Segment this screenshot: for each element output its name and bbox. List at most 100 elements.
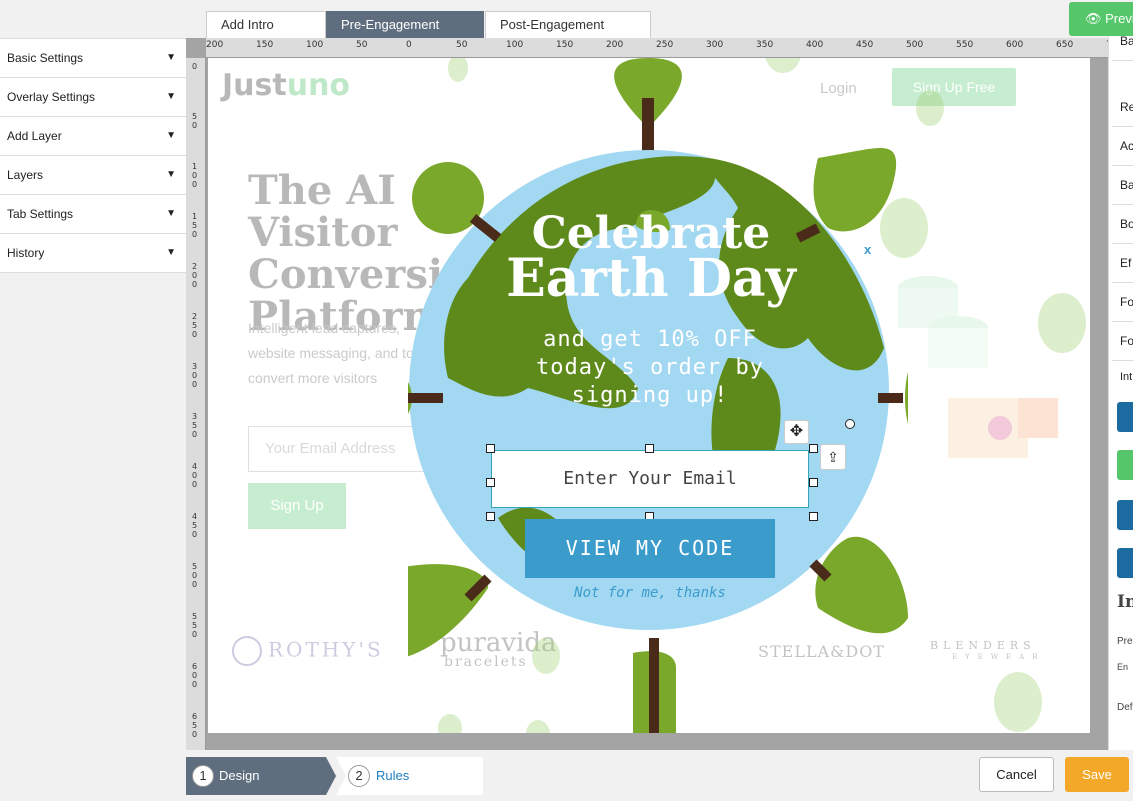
earth-day-popup: Celebrate Earth Day and get 10% OFF toda… bbox=[408, 58, 908, 733]
ruler-tick-label: 350 bbox=[756, 40, 774, 50]
ruler-top: 200 150 100 50 0 50 100 150 200 250 300 350 400 450 50… bbox=[206, 38, 1108, 58]
ruler-tick-label: 200 bbox=[606, 40, 624, 50]
accordion-label: Add Layer bbox=[7, 129, 62, 143]
share-icon[interactable]: ⇪ bbox=[820, 444, 846, 470]
ruler-tick-label: 600 bbox=[1006, 40, 1024, 50]
ruler-tick-label: 650 bbox=[192, 712, 198, 739]
move-icon[interactable]: ✥ bbox=[784, 420, 809, 444]
properties-panel: BaReAcBaBoEfFoFoIntInPreEnDef bbox=[1108, 36, 1133, 750]
bottom-bar bbox=[0, 750, 1133, 801]
caret-down-icon: ▼ bbox=[166, 247, 176, 258]
ruler-tick-label: 500 bbox=[192, 562, 198, 589]
accordion-overlay-settings[interactable]: Overlay Settings ▼ bbox=[0, 78, 186, 117]
eye-icon: 👁 bbox=[1085, 11, 1106, 26]
step-design-label: Design bbox=[219, 768, 260, 783]
resize-handle-nw[interactable] bbox=[486, 444, 495, 453]
accordion-label: Overlay Settings bbox=[7, 90, 96, 104]
ruler-tick-label: 400 bbox=[806, 40, 824, 50]
settings-sidebar: Basic Settings ▼ Overlay Settings ▼ Add Laye… bbox=[0, 38, 186, 273]
ruler-tick-label: 450 bbox=[192, 512, 198, 539]
ruler-tick-label: 100 bbox=[192, 162, 198, 189]
accordion-label: Basic Settings bbox=[7, 51, 84, 65]
ruler-tick-label: 250 bbox=[656, 40, 674, 50]
step-rules-label: Rules bbox=[376, 768, 410, 783]
popup-email-input[interactable]: Enter Your Email bbox=[491, 450, 809, 508]
ruler-tick-label: 50 bbox=[456, 40, 468, 50]
resize-handle-sw[interactable] bbox=[486, 512, 495, 521]
step-design-number: 1 bbox=[192, 765, 214, 787]
caret-down-icon: ▼ bbox=[166, 208, 176, 219]
property-label: Def bbox=[1117, 702, 1133, 713]
ruler-tick-label: 550 bbox=[192, 612, 198, 639]
resize-handle-ne[interactable] bbox=[809, 444, 818, 453]
property-row[interactable]: Fo bbox=[1112, 283, 1133, 322]
color-swatch[interactable] bbox=[1117, 402, 1133, 432]
ruler-tick-label: 650 bbox=[1056, 40, 1074, 50]
accordion-add-layer[interactable]: Add Layer ▼ bbox=[0, 117, 186, 156]
resize-handle-e[interactable] bbox=[809, 478, 818, 487]
resize-handle-n[interactable] bbox=[645, 444, 654, 453]
ruler-tick-label: 450 bbox=[856, 40, 874, 50]
ruler-tick-label: 300 bbox=[706, 40, 724, 50]
step-design[interactable]: 1 Design bbox=[186, 757, 336, 795]
ruler-tick-label: 600 bbox=[192, 662, 198, 689]
property-label: Pre bbox=[1117, 636, 1133, 647]
resize-handle-se[interactable] bbox=[809, 512, 818, 521]
ruler-tick-label: 550 bbox=[956, 40, 974, 50]
property-row[interactable]: Ba bbox=[1112, 166, 1133, 205]
ruler-tick-label: 150 bbox=[556, 40, 574, 50]
ruler-tick-label: 300 bbox=[192, 362, 198, 389]
accordion-label: Tab Settings bbox=[7, 207, 74, 221]
ruler-tick-label: 400 bbox=[192, 462, 198, 489]
property-label: In bbox=[1117, 592, 1133, 612]
ruler-tick-label: 100 bbox=[506, 40, 524, 50]
property-row[interactable]: Fo bbox=[1112, 322, 1133, 361]
step-rules[interactable]: 2 Rules bbox=[336, 757, 483, 795]
ruler-tick-label: 200 bbox=[192, 262, 198, 289]
ruler-tick-label: 500 bbox=[906, 40, 924, 50]
ruler-tick-label: 250 bbox=[192, 312, 198, 339]
step-rules-number: 2 bbox=[348, 765, 370, 787]
save-button[interactable]: Save bbox=[1065, 757, 1129, 792]
preview-button[interactable]: 👁 Previ bbox=[1069, 2, 1133, 36]
preview-label: Previ bbox=[1105, 11, 1133, 26]
tab-pre-engagement-screen[interactable]: Pre-Engagement Screen bbox=[326, 11, 484, 58]
tab-add-intro-screen[interactable]: Add Intro Screen bbox=[206, 11, 326, 58]
accordion-label: History bbox=[7, 246, 45, 260]
color-swatch[interactable] bbox=[1117, 500, 1133, 530]
property-row[interactable]: Ba bbox=[1112, 36, 1133, 61]
property-row[interactable]: Ac bbox=[1112, 127, 1133, 166]
ruler-tick-label: 50 bbox=[356, 40, 368, 50]
view-my-code-button[interactable]: VIEW MY CODE bbox=[525, 519, 775, 578]
property-row[interactable]: Re bbox=[1112, 88, 1133, 127]
caret-down-icon: ▼ bbox=[166, 52, 176, 63]
property-row[interactable]: Bo bbox=[1112, 205, 1133, 244]
rotate-handle[interactable] bbox=[845, 419, 855, 429]
popup-close-icon[interactable]: x bbox=[864, 242, 871, 257]
ruler-tick-label: 150 bbox=[256, 40, 274, 50]
property-row[interactable]: Int bbox=[1112, 358, 1133, 397]
ruler-tick-label: 150 bbox=[192, 212, 198, 239]
preview-page: Justuno Login Sign Up Free The AI Visito… bbox=[208, 58, 1090, 733]
ruler-tick-label: 0 bbox=[406, 40, 412, 50]
dismiss-link[interactable]: Not for me, thanks bbox=[550, 585, 750, 601]
popup-heading-line2: Earth Day bbox=[506, 248, 796, 309]
cancel-button[interactable]: Cancel bbox=[979, 757, 1054, 792]
tab-post-engagement-screen[interactable]: Post-Engagement Screen bbox=[485, 11, 651, 58]
caret-down-icon: ▼ bbox=[166, 91, 176, 102]
caret-down-icon: ▼ bbox=[166, 130, 176, 141]
ruler-tick-label: 100 bbox=[306, 40, 324, 50]
ruler-tick-label: 0 bbox=[192, 62, 198, 71]
resize-handle-w[interactable] bbox=[486, 478, 495, 487]
popup-subtext: and get 10% OFF today's order by signing… bbox=[536, 327, 764, 408]
accordion-layers[interactable]: Layers ▼ bbox=[0, 156, 186, 195]
color-swatch[interactable] bbox=[1117, 450, 1133, 480]
ruler-tick-label: 200 bbox=[206, 40, 224, 50]
color-swatch[interactable] bbox=[1117, 548, 1133, 578]
accordion-tab-settings[interactable]: Tab Settings ▼ bbox=[0, 195, 186, 234]
ruler-left: 0 50 100 150 200 250 300 350 400 450 500 550 600 650 bbox=[186, 58, 206, 750]
accordion-history[interactable]: History ▼ bbox=[0, 234, 186, 273]
accordion-basic-settings[interactable]: Basic Settings ▼ bbox=[0, 39, 186, 78]
property-row[interactable]: Ef bbox=[1112, 244, 1133, 283]
property-label: En bbox=[1117, 662, 1129, 672]
